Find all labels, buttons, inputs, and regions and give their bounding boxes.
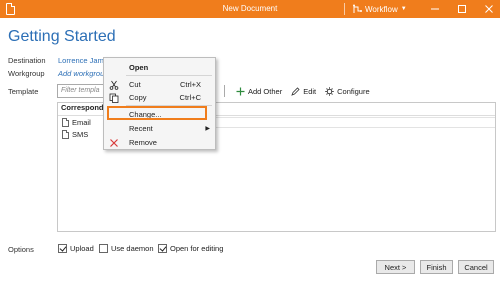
destination-link[interactable]: Lorrence Jam (58, 56, 104, 65)
checkbox-checked[interactable] (58, 244, 67, 253)
workflow-icon (353, 4, 362, 13)
context-menu: Open Cut Ctrl+X Copy Ctrl+C Change... Re… (103, 57, 216, 150)
gear-icon (325, 86, 334, 96)
configure-label: Configure (337, 86, 370, 96)
menu-item-label: Remove (129, 138, 157, 147)
workflow-menu[interactable]: Workflow ▼ (352, 3, 407, 15)
maximize-icon[interactable] (455, 2, 469, 16)
chevron-down-icon: ▼ (400, 6, 407, 12)
scissors-icon (109, 80, 119, 90)
open-for-editing-label: Open for editing (170, 244, 224, 253)
add-other-label: Add Other (248, 86, 283, 96)
document-icon (62, 118, 69, 127)
menu-separator (126, 75, 212, 76)
checkbox-checked[interactable] (158, 244, 167, 253)
plus-icon (236, 87, 245, 95)
template-label: Template (8, 87, 39, 96)
open-for-editing-checkbox[interactable]: Open for editing (158, 244, 223, 253)
edit-label: Edit (303, 86, 317, 96)
pencil-icon (291, 86, 300, 96)
template-toolbar: Add Other Edit Configure (224, 85, 370, 97)
options-label: Options (8, 245, 34, 254)
list-item-sms[interactable]: SMS (62, 130, 88, 139)
list-header: Corresponde (61, 103, 108, 112)
document-icon (62, 130, 69, 139)
menu-item-label: Open (129, 63, 149, 72)
add-workgroup-link[interactable]: Add workgrou (58, 69, 104, 78)
menu-item-remove[interactable]: Remove (104, 136, 215, 149)
workflow-label: Workflow (365, 4, 398, 14)
edit-button[interactable]: Edit (291, 87, 316, 96)
remove-icon (110, 138, 118, 147)
list-item-label: Email (72, 118, 91, 127)
next-button[interactable]: Next > (376, 260, 415, 274)
list-item-email[interactable]: Email (62, 118, 91, 127)
copy-icon (109, 93, 119, 103)
selected-row-highlight (198, 117, 495, 128)
configure-button[interactable]: Configure (325, 87, 370, 96)
menu-item-open[interactable]: Open (104, 61, 215, 74)
menu-item-recent[interactable]: Recent ▶ (104, 122, 215, 135)
toolbar-separator (224, 85, 225, 97)
chevron-right-icon: ▶ (205, 126, 210, 132)
menu-item-label: Cut (129, 80, 141, 89)
menu-item-copy[interactable]: Copy Ctrl+C (104, 91, 215, 104)
workgroup-label: Workgroup (8, 69, 45, 78)
upload-checkbox[interactable]: Upload (58, 244, 94, 253)
destination-label: Destination (8, 56, 46, 65)
title-separator (344, 3, 345, 15)
page-title: Getting Started (8, 28, 116, 45)
add-other-button[interactable]: Add Other (236, 87, 282, 96)
menu-item-label: Copy (129, 93, 147, 102)
menu-item-label: Recent (129, 124, 153, 133)
finish-button[interactable]: Finish (420, 260, 453, 274)
minimize-icon[interactable] (428, 2, 442, 16)
window-title: New Document (222, 4, 278, 13)
close-icon[interactable] (482, 2, 496, 16)
menu-item-shortcut: Ctrl+C (179, 93, 201, 102)
use-daemon-label: Use daemon (111, 244, 154, 253)
cancel-button[interactable]: Cancel (458, 260, 494, 274)
change-item-highlight (107, 106, 207, 120)
menu-item-shortcut: Ctrl+X (179, 80, 201, 89)
use-daemon-checkbox[interactable]: Use daemon (99, 244, 154, 253)
menu-item-cut[interactable]: Cut Ctrl+X (104, 78, 215, 91)
list-item-label: SMS (72, 130, 89, 139)
title-bar: New Document Workflow ▼ (0, 0, 500, 18)
upload-label: Upload (70, 244, 94, 253)
checkbox-unchecked[interactable] (99, 244, 108, 253)
